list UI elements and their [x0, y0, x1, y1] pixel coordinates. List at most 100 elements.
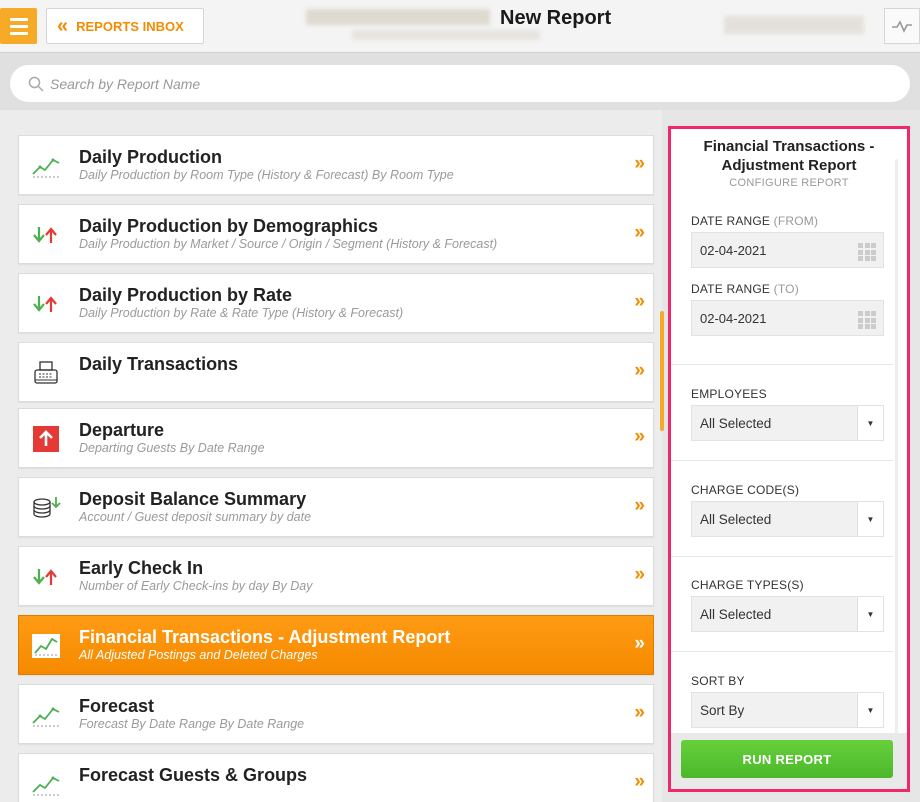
double-chevron-right-icon: »	[634, 633, 644, 654]
report-name: Daily Production	[79, 147, 223, 167]
report-name: Departure	[79, 420, 165, 440]
charge-types-select[interactable]: All Selected ▼	[691, 596, 884, 632]
search-bar-container	[0, 52, 920, 110]
date-to-label: DATE RANGE (TO)	[691, 282, 799, 296]
charge-codes-select[interactable]: All Selected ▼	[691, 501, 884, 537]
report-description: Daily Production by Market / Source / Or…	[79, 237, 498, 251]
charge-types-value: All Selected	[700, 606, 772, 622]
charge-types-label: CHARGE TYPES(S)	[691, 578, 804, 592]
report-item[interactable]: Deposit Balance Summary Account / Guest …	[18, 477, 654, 537]
report-item[interactable]: Daily Transactions »	[18, 342, 654, 402]
double-chevron-right-icon: »	[634, 153, 644, 174]
activity-button[interactable]	[884, 8, 920, 44]
report-name: Forecast Guests & Groups	[79, 765, 308, 785]
report-item-selected[interactable]: Financial Transactions - Adjustment Repo…	[18, 615, 654, 675]
menu-icon-line	[9, 31, 28, 35]
report-description: Daily Production by Room Type (History &…	[79, 168, 454, 182]
dropdown-arrow-icon: ▼	[857, 597, 883, 631]
up-down-arrows-icon	[31, 289, 61, 319]
reports-inbox-button[interactable]: « REPORTS INBOX	[46, 8, 204, 44]
hamburger-menu-button[interactable]	[0, 8, 37, 44]
dropdown-arrow-icon: ▼	[857, 406, 883, 440]
trend-chart-icon	[31, 151, 61, 181]
double-chevron-right-icon: »	[634, 291, 644, 312]
config-report-title: Financial Transactions - Adjustment Repo…	[703, 138, 875, 174]
search-box[interactable]	[10, 65, 910, 102]
report-item[interactable]: Forecast Forecast By Date Range By Date …	[18, 684, 654, 744]
report-name: Early Check In	[79, 558, 204, 578]
report-description: Account / Guest deposit summary by date	[79, 510, 312, 524]
date-from-label: DATE RANGE (FROM)	[691, 214, 818, 228]
date-to-field[interactable]: 02-04-2021	[691, 300, 884, 336]
employees-value: All Selected	[700, 415, 772, 431]
calendar-grid-icon[interactable]	[858, 243, 876, 261]
date-from-label-text: DATE RANGE	[691, 214, 771, 228]
report-item[interactable]: Departure Departing Guests By Date Range…	[18, 408, 654, 468]
sort-by-value: Sort By	[700, 702, 745, 718]
divider	[671, 364, 893, 365]
activity-wave-icon	[892, 20, 912, 33]
charge-codes-label: CHARGE CODE(S)	[691, 483, 800, 497]
double-chevron-right-icon: »	[634, 360, 644, 381]
search-icon	[28, 76, 44, 92]
report-item[interactable]: Daily Production by Rate Daily Productio…	[18, 273, 654, 333]
report-name: Forecast	[79, 696, 155, 716]
report-description: Number of Early Check-ins by day By Day	[79, 579, 313, 593]
calendar-grid-icon[interactable]	[858, 311, 876, 329]
date-to-label-text: DATE RANGE	[691, 282, 771, 296]
dropdown-arrow-icon: ▼	[857, 502, 883, 536]
top-bar: « REPORTS INBOX New Report	[0, 0, 920, 52]
menu-icon-line	[9, 17, 28, 21]
employees-label: EMPLOYEES	[691, 387, 767, 401]
trend-chart-icon	[31, 700, 61, 730]
charge-codes-value: All Selected	[700, 511, 772, 527]
report-item[interactable]: Forecast Guests & Groups »	[18, 753, 654, 802]
sort-by-label: SORT BY	[691, 674, 745, 688]
report-name: Daily Production by Rate	[79, 285, 293, 305]
blurred-property-name	[306, 9, 490, 25]
coin-stack-icon	[31, 493, 61, 523]
configure-report-panel: Financial Transactions - Adjustment Repo…	[668, 126, 910, 792]
config-subtitle: CONFIGURE REPORT	[729, 177, 849, 189]
report-item[interactable]: Daily Production Daily Production by Roo…	[18, 135, 654, 195]
page-title: New Report	[500, 7, 612, 29]
double-chevron-right-icon: »	[634, 771, 644, 792]
trend-chart-icon	[31, 769, 61, 799]
sort-by-select[interactable]: Sort By ▼	[691, 692, 884, 728]
config-panel-scrollbar[interactable]	[895, 159, 898, 744]
report-name: Deposit Balance Summary	[79, 489, 307, 509]
report-name: Daily Production by Demographics	[79, 216, 379, 236]
employees-select[interactable]: All Selected ▼	[691, 405, 884, 441]
report-list: Daily Production Daily Production by Roo…	[0, 110, 662, 802]
report-name: Financial Transactions - Adjustment Repo…	[79, 627, 451, 647]
search-input[interactable]	[50, 75, 870, 92]
report-item[interactable]: Early Check In Number of Early Check-ins…	[18, 546, 654, 606]
report-item[interactable]: Daily Production by Demographics Daily P…	[18, 204, 654, 264]
run-report-button[interactable]: RUN REPORT	[681, 740, 893, 778]
dropdown-arrow-icon: ▼	[857, 693, 883, 727]
divider	[671, 651, 893, 652]
divider	[671, 460, 893, 461]
report-list-scrollbar[interactable]	[660, 311, 664, 431]
trend-chart-icon	[31, 631, 61, 661]
divider	[671, 556, 893, 557]
report-description: Forecast By Date Range By Date Range	[79, 717, 305, 731]
date-to-suffix: (TO)	[773, 282, 799, 296]
double-chevron-left-icon: «	[57, 15, 68, 37]
double-chevron-right-icon: »	[634, 222, 644, 243]
date-from-suffix: (FROM)	[773, 214, 819, 228]
date-from-field[interactable]: 02-04-2021	[691, 232, 884, 268]
red-up-arrow-icon	[31, 424, 61, 454]
menu-icon-line	[9, 24, 28, 28]
report-description: Daily Production by Rate & Rate Type (Hi…	[79, 306, 404, 320]
report-description: All Adjusted Postings and Deleted Charge…	[79, 648, 318, 662]
report-description: Departing Guests By Date Range	[79, 441, 265, 455]
cash-register-icon	[31, 358, 61, 388]
blurred-user-name	[724, 16, 864, 34]
double-chevron-right-icon: »	[634, 426, 644, 447]
double-chevron-right-icon: »	[634, 702, 644, 723]
up-down-arrows-icon	[31, 562, 61, 592]
report-name: Daily Transactions	[79, 354, 239, 374]
double-chevron-right-icon: »	[634, 564, 644, 585]
up-down-arrows-icon	[31, 220, 61, 250]
